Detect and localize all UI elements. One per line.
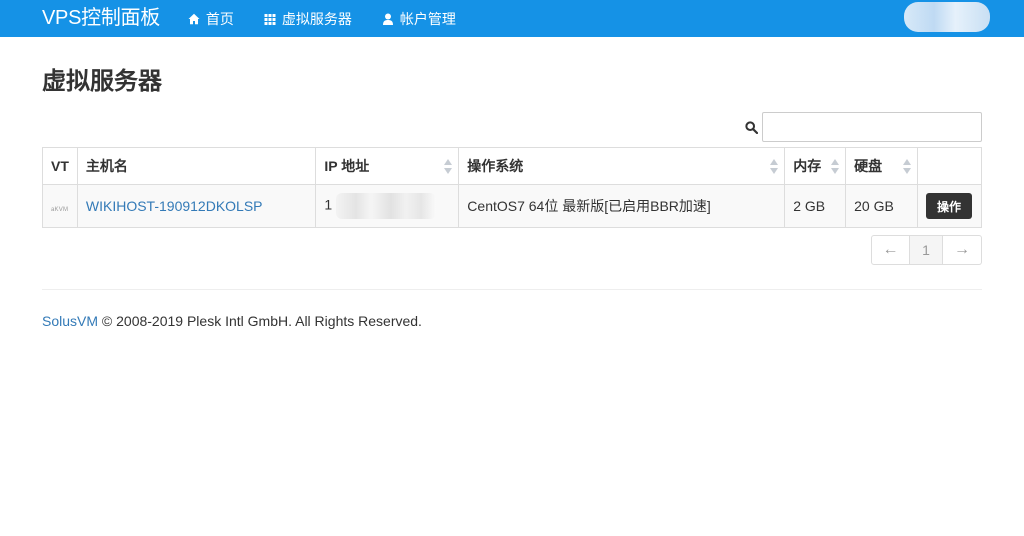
col-memory-label: 内存	[793, 158, 822, 174]
nav-home-label: 首页	[205, 10, 234, 27]
home-icon	[188, 13, 200, 25]
search-icon	[744, 120, 758, 134]
sort-icon[interactable]	[831, 159, 840, 174]
footer-copyright: © 2008-2019 Plesk Intl GmbH. All Rights …	[98, 313, 422, 329]
col-os[interactable]: 操作系统	[458, 147, 786, 185]
col-os-label: 操作系统	[467, 158, 524, 174]
nav-virtual-servers[interactable]: 虚拟服务器	[264, 0, 352, 37]
user-icon	[382, 13, 394, 25]
sort-icon[interactable]	[444, 159, 453, 174]
col-disk[interactable]: 硬盘	[845, 147, 918, 185]
kvm-logo-text: KVM	[54, 207, 69, 213]
hostname-link[interactable]: WIKIHOST-190912DKOLSP	[86, 198, 263, 214]
grid-icon	[264, 13, 276, 25]
col-ip[interactable]: IP 地址	[315, 147, 460, 185]
action-button[interactable]: 操作	[925, 193, 972, 219]
vt-cell: aKVM	[42, 184, 78, 228]
action-cell: 操作	[916, 184, 983, 228]
nav-home[interactable]: 首页	[188, 0, 234, 37]
pagination-next[interactable]: →	[943, 235, 982, 265]
os-cell: CentOS7 64位 最新版[已启用BBR加速]	[458, 184, 786, 228]
ip-redacted-blur	[336, 193, 437, 219]
col-hostname[interactable]: 主机名	[76, 147, 317, 185]
hostname-cell: WIKIHOST-190912DKOLSP	[76, 184, 317, 228]
sort-icon[interactable]	[770, 159, 779, 174]
col-disk-label: 硬盘	[854, 158, 883, 174]
search-input[interactable]	[762, 112, 982, 142]
col-hostname-label: 主机名	[85, 158, 128, 174]
footer: SolusVM © 2008-2019 Plesk Intl GmbH. All…	[42, 313, 982, 329]
col-vt[interactable]: VT	[42, 147, 78, 185]
pagination-current-page[interactable]: 1	[910, 235, 943, 265]
search-bar	[42, 112, 982, 142]
col-memory[interactable]: 内存	[784, 147, 847, 185]
pagination: ← 1 →	[42, 235, 982, 265]
sort-icon[interactable]	[902, 159, 911, 174]
col-ip-label: IP 地址	[324, 158, 370, 174]
footer-solusvm-link[interactable]: SolusVM	[42, 313, 98, 329]
top-navbar: VPS控制面板 首页 虚拟服务器 帐户管理	[0, 0, 1024, 37]
table-header-row: VT 主机名 IP 地址 操作系统 内存 硬盘	[42, 147, 983, 185]
brand-title[interactable]: VPS控制面板	[42, 0, 160, 37]
nav-virtual-servers-label: 虚拟服务器	[281, 10, 352, 27]
ip-cell: 1	[315, 184, 460, 228]
kvm-logo: aKVM	[51, 207, 68, 213]
memory-cell: 2 GB	[784, 184, 847, 228]
col-actions	[916, 147, 983, 185]
footer-divider	[42, 289, 982, 290]
table-row: aKVM WIKIHOST-190912DKOLSP 1 CentOS7 64位…	[42, 184, 983, 228]
ip-address-visible: 1	[324, 196, 333, 213]
vps-table: VT 主机名 IP 地址 操作系统 内存 硬盘 aKVM WIKIHOST-19…	[42, 147, 983, 228]
nav-account-label: 帐户管理	[399, 10, 456, 27]
page-title: 虚拟服务器	[42, 68, 162, 95]
nav-account[interactable]: 帐户管理	[382, 0, 456, 37]
user-account-menu[interactable]	[904, 2, 990, 32]
disk-cell: 20 GB	[845, 184, 918, 228]
pagination-prev[interactable]: ←	[871, 235, 910, 265]
